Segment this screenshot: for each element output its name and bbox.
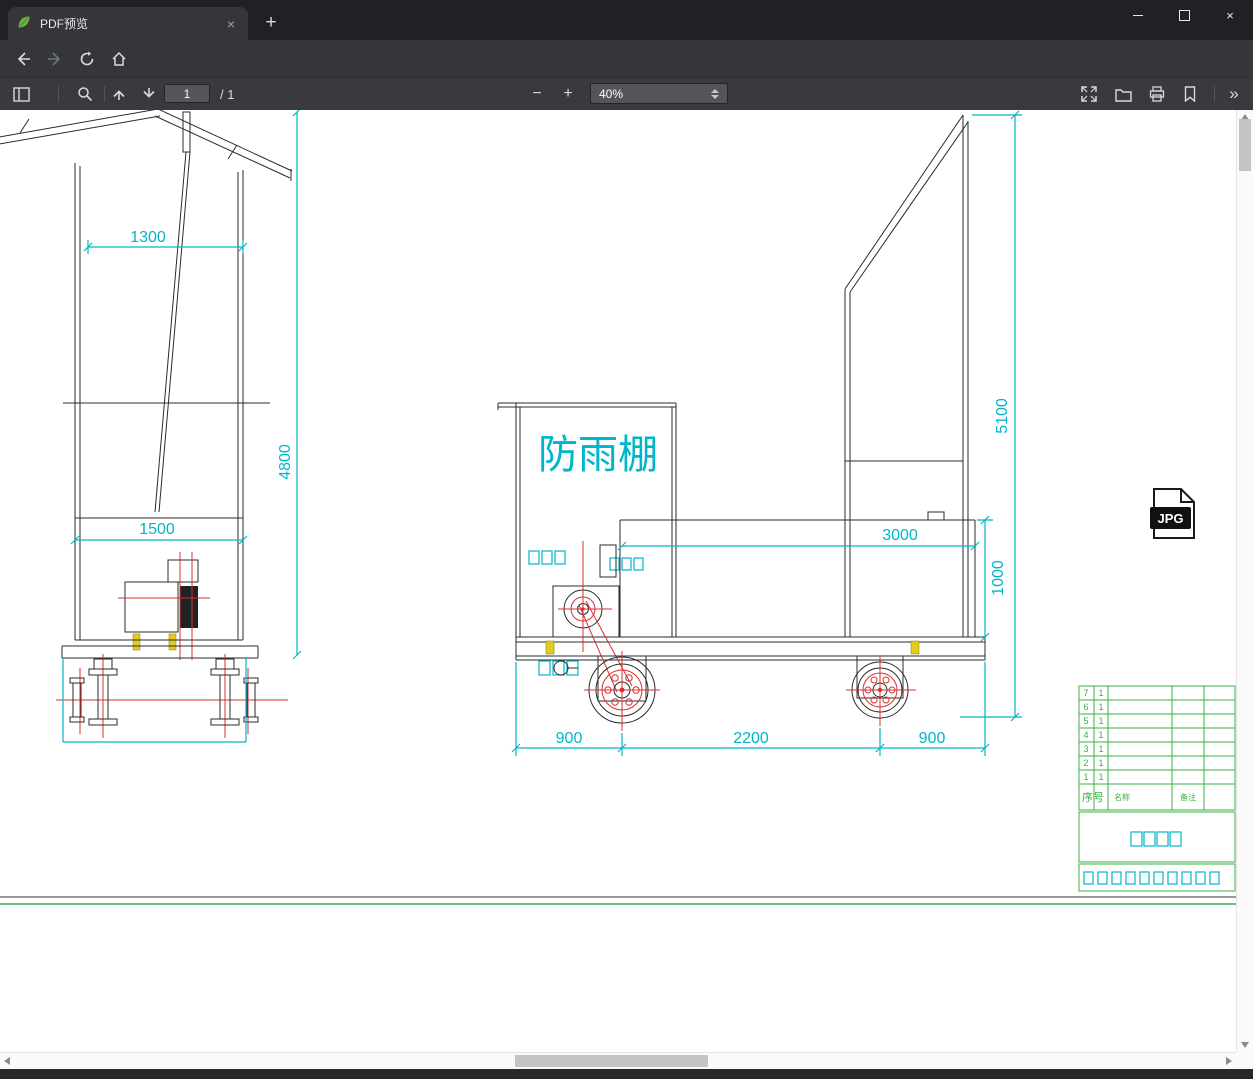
tab-title: PDF预览 <box>40 17 89 31</box>
bom-row-no: 1 <box>1083 772 1088 782</box>
bom-row-no: 3 <box>1083 744 1088 754</box>
cad-drawing: 1300 4800 1500 防雨棚 3000 1000 5100 900 22… <box>0 110 1236 905</box>
dim-wheelbase-left: 900 <box>556 730 583 747</box>
motor-pulley <box>558 541 633 693</box>
back-icon[interactable] <box>8 44 38 74</box>
bom-row-no: 2 <box>1083 758 1088 768</box>
bom-row-no: 6 <box>1083 702 1088 712</box>
zoom-in-icon[interactable]: + <box>556 82 580 106</box>
bom-row-no: 4 <box>1083 730 1088 740</box>
reload-icon[interactable] <box>72 44 102 74</box>
dim-front-inner-width: 1500 <box>139 521 175 538</box>
page-number-input[interactable] <box>164 84 210 103</box>
pdf-toolbar: / 1 − + 40% » <box>0 78 1253 110</box>
dim-front-height: 4800 <box>277 444 294 480</box>
print-icon[interactable] <box>1146 84 1168 104</box>
search-icon[interactable] <box>74 84 96 104</box>
dim-side-height: 5100 <box>994 398 1011 434</box>
bom-row-no: 7 <box>1083 688 1088 698</box>
navigation-bar: localhost:8012/onlinePreview?url=http%3A… <box>0 40 1253 113</box>
bom-row-qty: 1 <box>1098 772 1103 782</box>
scroll-down-icon[interactable] <box>1241 1042 1249 1048</box>
new-tab-button[interactable]: + <box>258 10 284 36</box>
select-caret-icon <box>711 88 719 99</box>
jpg-file-icon: JPG <box>1150 488 1195 539</box>
bom-header-note: 备注 <box>1180 792 1196 802</box>
vertical-scrollbar[interactable] <box>1236 110 1253 1052</box>
side-wheel-front <box>584 651 660 731</box>
horizontal-scroll-thumb[interactable] <box>515 1055 708 1067</box>
bom-header-name: 名称 <box>1114 792 1130 802</box>
minimize-button[interactable] <box>1115 0 1161 30</box>
browser-window: { "window_controls": {"close": "×"}, "ta… <box>0 0 1253 1079</box>
sidebar-toggle-icon[interactable] <box>10 84 32 104</box>
zoom-out-icon[interactable]: − <box>525 82 549 106</box>
bom-row-qty: 1 <box>1098 758 1103 768</box>
title-tofu-squares <box>1083 831 1220 885</box>
front-wheelset-left <box>69 658 118 726</box>
more-tools-icon[interactable]: » <box>1222 82 1246 106</box>
page-count-label: / 1 <box>220 87 235 102</box>
tab-pdf-preview[interactable]: PDF预览 × <box>8 7 248 40</box>
scroll-right-icon[interactable] <box>1226 1057 1232 1065</box>
toolbar-separator <box>58 86 59 102</box>
toolbar-separator <box>104 86 105 102</box>
dim-tank-width: 3000 <box>882 527 918 544</box>
window-bottom-edge <box>0 1069 1253 1079</box>
bom-row-qty: 1 <box>1098 716 1103 726</box>
window-controls: × <box>1115 0 1253 30</box>
home-icon[interactable] <box>104 44 134 74</box>
scrollbar-corner <box>1236 1052 1253 1069</box>
title-block: 7 6 5 4 3 2 1 1 1 1 1 1 1 1 序号 名称 备注 <box>1078 685 1236 892</box>
forward-icon[interactable] <box>40 44 70 74</box>
tab-close-icon[interactable]: × <box>222 15 240 33</box>
dim-front-width: 1300 <box>130 229 166 246</box>
bom-header-no: 序号 <box>1082 790 1104 804</box>
scroll-left-icon[interactable] <box>4 1057 10 1065</box>
page-down-icon[interactable] <box>138 84 160 104</box>
jpg-label: JPG <box>1157 511 1183 526</box>
side-wheel-rear <box>846 655 916 726</box>
side-view: 防雨棚 3000 1000 5100 900 2200 900 <box>497 110 1022 756</box>
front-view: 1300 4800 1500 <box>0 110 302 743</box>
minimize-icon <box>1133 14 1143 16</box>
zoom-value: 40% <box>599 86 624 101</box>
maximize-icon <box>1178 9 1190 21</box>
sheet-border <box>0 896 1236 905</box>
presentation-mode-icon[interactable] <box>1078 84 1100 104</box>
tab-strip: PDF预览 × + × <box>0 0 1253 40</box>
toolbar-separator <box>1214 86 1215 102</box>
maximize-button[interactable] <box>1161 0 1207 30</box>
open-file-icon[interactable] <box>1112 84 1134 104</box>
bom-row-qty: 1 <box>1098 730 1103 740</box>
close-button[interactable]: × <box>1207 0 1253 30</box>
vertical-scroll-thumb[interactable] <box>1239 119 1251 171</box>
bom-row-qty: 1 <box>1098 702 1103 712</box>
horizontal-scrollbar[interactable] <box>0 1052 1236 1069</box>
canopy-label: 防雨棚 <box>538 433 658 477</box>
bom-row-no: 5 <box>1083 716 1088 726</box>
dim-wheelbase-right: 900 <box>919 730 946 747</box>
bom-row-qty: 1 <box>1098 688 1103 698</box>
front-wheelset-right <box>210 658 259 726</box>
bookmark-save-icon[interactable] <box>1179 84 1201 104</box>
zoom-level-select[interactable]: 40% <box>590 83 728 104</box>
dim-wheelbase-center: 2200 <box>733 730 769 747</box>
dim-tank-height: 1000 <box>990 560 1007 596</box>
bom-row-qty: 1 <box>1098 744 1103 754</box>
pdf-page-canvas[interactable]: 1300 4800 1500 防雨棚 3000 1000 5100 900 22… <box>0 110 1236 1052</box>
page-up-icon[interactable] <box>108 84 130 104</box>
leaf-favicon-icon <box>16 14 32 33</box>
